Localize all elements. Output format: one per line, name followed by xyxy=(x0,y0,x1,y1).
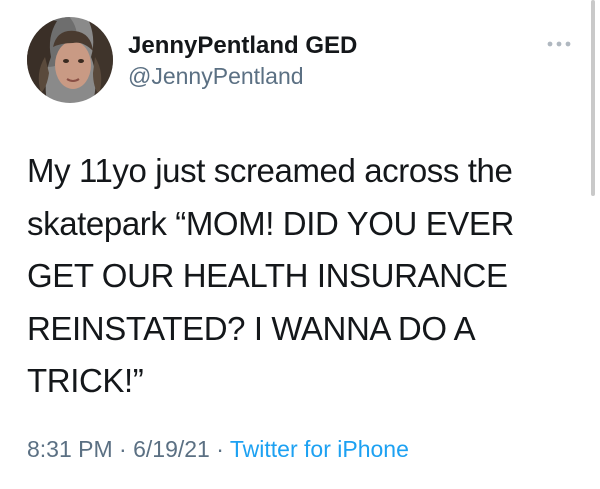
tweet-source-link[interactable]: Twitter for iPhone xyxy=(230,436,409,462)
scrollbar[interactable] xyxy=(591,0,595,196)
tweet-card: JennyPentland GED @JennyPentland My 11yo… xyxy=(0,0,600,489)
meta-separator: · xyxy=(112,436,134,462)
avatar[interactable] xyxy=(27,17,113,103)
avatar-image xyxy=(27,17,113,103)
tweet-text: My 11yo just screamed across the skatepa… xyxy=(27,152,514,399)
meta-separator: · xyxy=(209,436,230,462)
tweet-date[interactable]: 6/19/21 xyxy=(133,436,210,462)
tweet-meta: 8:31 PM · 6/19/21 · Twitter for iPhone xyxy=(27,434,409,464)
more-options-icon[interactable] xyxy=(546,36,572,47)
user-handle[interactable]: @JennyPentland xyxy=(128,62,304,90)
tweet-time[interactable]: 8:31 PM xyxy=(27,436,113,462)
display-name[interactable]: JennyPentland GED xyxy=(128,32,357,60)
